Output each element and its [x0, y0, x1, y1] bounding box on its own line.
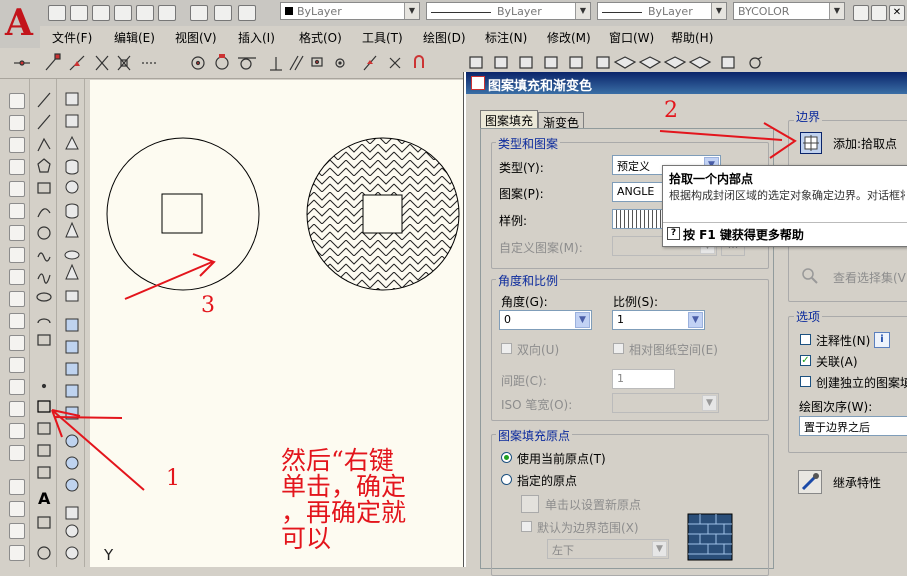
note-line-4: 可以 — [281, 524, 332, 553]
annotation-number-2: 2 — [664, 98, 678, 123]
arrow-2-to-pick-button — [659, 122, 797, 159]
arrow-1-to-hatch-tool — [51, 409, 145, 491]
annotation-number-1: 1 — [166, 466, 180, 491]
note-line-3: ，再确定就 — [281, 498, 407, 527]
annotation-number-3: 3 — [201, 293, 215, 318]
arrow-1-underline — [53, 416, 123, 419]
annotation-note: 然后“右键 单击，确定 ，再确定就 可以 — [281, 448, 406, 552]
note-line-2: 单击，确定 — [281, 472, 407, 501]
note-line-1: 然后“右键 — [281, 446, 394, 475]
red-annotation-arrows — [51, 122, 797, 491]
